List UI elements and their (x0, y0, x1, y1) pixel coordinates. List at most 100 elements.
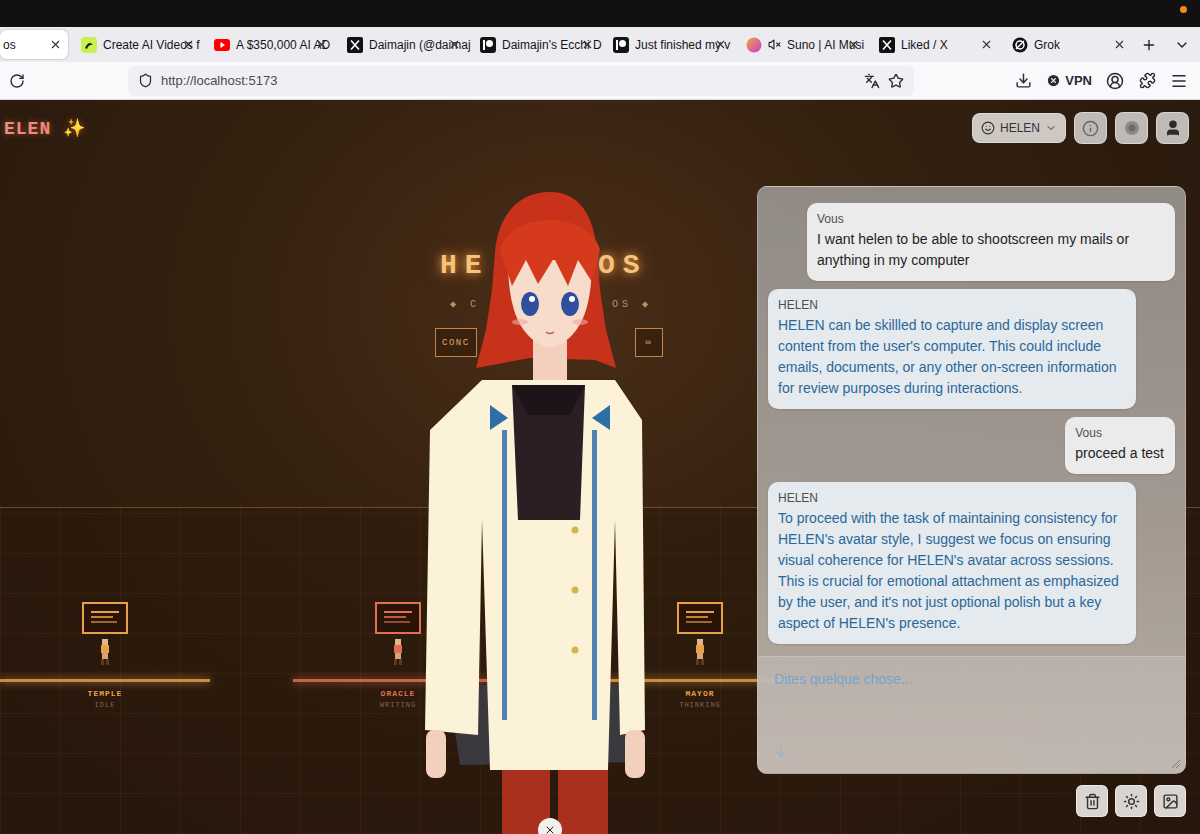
agent-node[interactable]: TEMPLEIDLE (0, 602, 210, 709)
chat-column: VousI want helen to be able to shootscre… (757, 186, 1186, 834)
browser-tab[interactable]: Suno | AI Musi (738, 30, 866, 59)
chevron-down-icon (1174, 37, 1190, 53)
user-message: VousI want helen to be able to shootscre… (807, 203, 1175, 281)
tab-label: os (3, 38, 43, 52)
scene-subtitle: ◆ C (450, 298, 480, 310)
app-area: HEOS◆ COS ◆CONC∞TEMPLEIDLEORACLEWRITINGM… (0, 100, 1200, 834)
reload-icon (9, 73, 25, 89)
arrow-down-icon (774, 745, 788, 759)
reload-button[interactable] (2, 66, 32, 96)
account-icon (1106, 72, 1124, 90)
info-button[interactable] (1074, 112, 1107, 144)
patreon-icon (480, 37, 496, 53)
browser-tab[interactable]: Liked / X (871, 30, 999, 59)
agent-figure-icon (391, 639, 405, 665)
input-area (758, 656, 1185, 773)
new-tab-button[interactable] (1137, 31, 1161, 59)
monitor-icon (82, 602, 128, 634)
download-icon (1015, 72, 1032, 89)
menu-button[interactable] (1164, 66, 1194, 96)
tab-close-button[interactable] (581, 38, 594, 51)
user-message: Vousproceed a test (1065, 417, 1175, 474)
agent-figure-icon (98, 639, 112, 665)
tab-close-button[interactable] (1113, 38, 1126, 51)
close-icon (980, 38, 993, 51)
browser-tab[interactable]: Daimajin (@daimaj (339, 30, 467, 59)
close-icon (1113, 38, 1126, 51)
browser-tab[interactable]: Daimajin's Ecchi D (472, 30, 600, 59)
node-status: WRITING (380, 701, 416, 709)
chat-actions (757, 785, 1186, 817)
node-name: MAYOR (685, 689, 714, 698)
close-icon (182, 38, 195, 51)
scene-title: OS (598, 250, 648, 281)
browser-tab[interactable]: Just finished my v (605, 30, 733, 59)
patreon-icon (613, 37, 629, 53)
downloads-button[interactable] (1008, 66, 1038, 96)
tab-close-button[interactable] (980, 38, 993, 51)
assistant-message: HELENTo proceed with the task of maintai… (768, 482, 1136, 644)
node-name: TEMPLE (88, 689, 123, 698)
resize-grip-icon[interactable] (1171, 759, 1181, 769)
muted-speaker-icon[interactable] (768, 38, 781, 51)
extensions-button[interactable] (1132, 66, 1162, 96)
status-dot (1180, 6, 1187, 13)
record-button[interactable] (1115, 112, 1148, 144)
tab-label: Grok (1034, 38, 1107, 52)
clear-button[interactable] (1076, 785, 1108, 817)
scroll-down-button[interactable] (774, 745, 788, 759)
chat-panel: VousI want helen to be able to shootscre… (757, 186, 1186, 774)
monitor-icon (677, 602, 723, 634)
star-icon[interactable] (888, 73, 904, 89)
message-input[interactable] (758, 657, 1185, 773)
tab-close-button[interactable] (847, 38, 860, 51)
background-button[interactable] (1154, 785, 1186, 817)
user-icon (1164, 119, 1182, 137)
message-author: HELEN (778, 491, 1125, 505)
vpn-button[interactable]: VPN (1040, 73, 1098, 88)
browser-tab[interactable]: Grok (1004, 30, 1132, 59)
avatar[interactable] (420, 190, 660, 834)
tab-close-button[interactable] (49, 38, 62, 51)
tab-close-button[interactable] (315, 38, 328, 51)
tab-close-button[interactable] (714, 38, 727, 51)
theme-button[interactable] (1115, 785, 1147, 817)
browser-tab[interactable]: A $350,000 AI AD (206, 30, 334, 59)
youtube-icon (214, 37, 230, 53)
scene-button[interactable]: CONC (435, 328, 477, 357)
tab-label: A $350,000 AI AD (236, 38, 309, 52)
tab-close-button[interactable] (448, 38, 461, 51)
translate-icon[interactable] (864, 73, 880, 89)
scene-button[interactable]: ∞ (635, 328, 663, 357)
close-icon (49, 38, 62, 51)
tab-list-button[interactable] (1171, 31, 1195, 59)
close-icon (544, 824, 556, 834)
profile-button[interactable] (1156, 112, 1189, 144)
node-platform (0, 679, 210, 682)
close-icon (315, 38, 328, 51)
app-header: ELEN ✨HELEN (0, 100, 1200, 144)
assistant-message: HELENHELEN can be skillled to capture an… (768, 289, 1136, 409)
url-field[interactable]: http://localhost:5173 (128, 66, 914, 96)
x-logo-icon (879, 37, 895, 53)
persona-label: HELEN (1000, 121, 1040, 135)
close-icon (448, 38, 461, 51)
account-button[interactable] (1100, 66, 1130, 96)
pika-icon (81, 37, 97, 53)
tab-label: Daimajin (@daimaj (369, 38, 442, 52)
tab-close-button[interactable] (182, 38, 195, 51)
browser-tab[interactable]: os (0, 30, 68, 59)
sun-icon (1123, 793, 1140, 810)
persona-select[interactable]: HELEN (972, 113, 1066, 143)
x-logo-icon (347, 37, 363, 53)
message-text: HELEN can be skillled to capture and dis… (778, 315, 1125, 399)
agent-figure-icon (693, 639, 707, 665)
menu-icon (1170, 72, 1188, 90)
vpn-off-icon (1046, 73, 1061, 88)
browser-tab[interactable]: Create AI Videos f (73, 30, 201, 59)
close-icon (714, 38, 727, 51)
tab-label: Liked / X (901, 38, 974, 52)
suno-icon (746, 37, 762, 53)
message-author: Vous (1075, 426, 1164, 440)
scene-subtitle: OS ◆ (612, 298, 652, 310)
